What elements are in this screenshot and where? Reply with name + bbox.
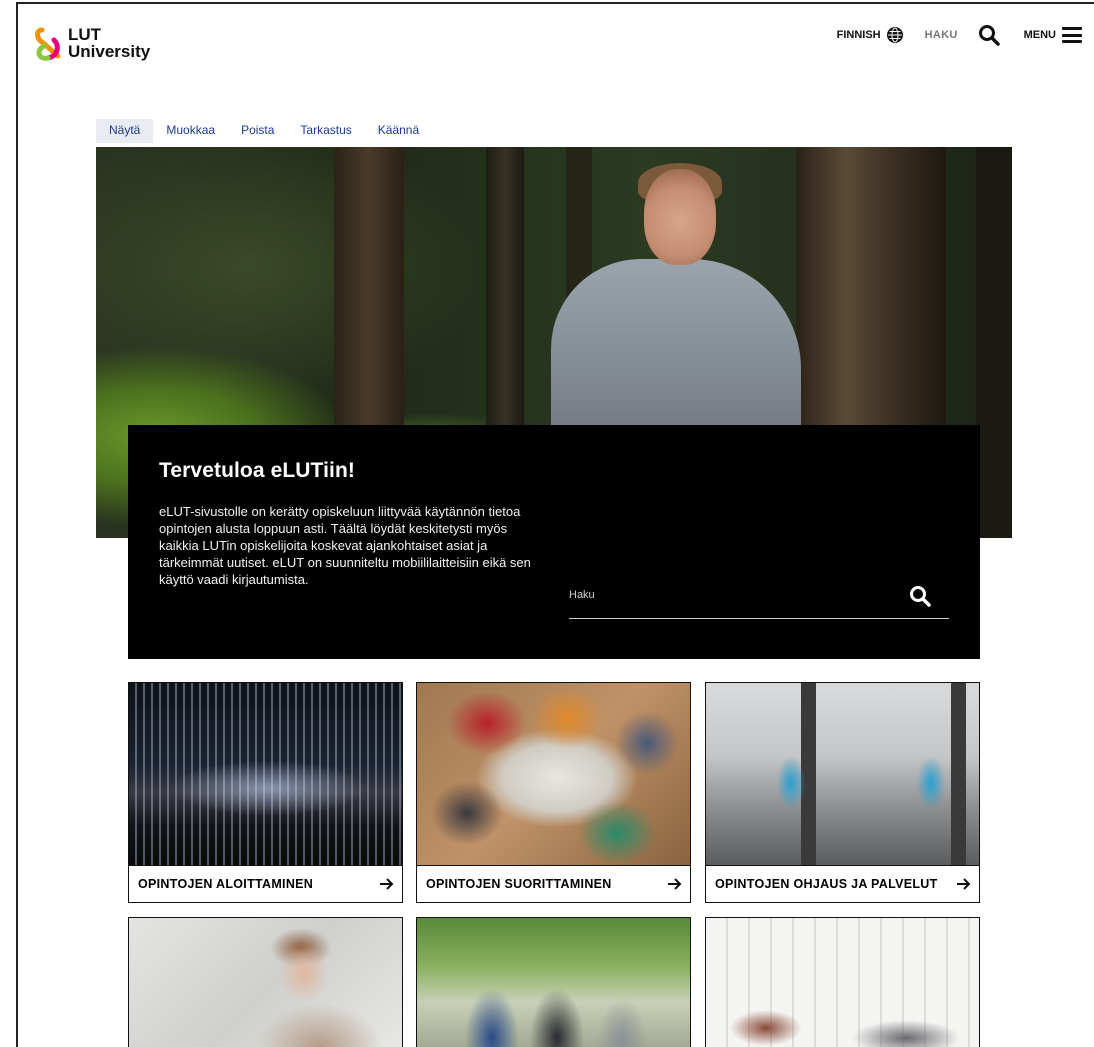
person-face [644,169,716,265]
search-link[interactable]: HAKU [925,29,958,41]
search-icon[interactable] [978,24,1000,46]
menu-button[interactable]: MENU [1024,27,1082,43]
students-walking-photo [417,918,690,1047]
search-field [569,577,949,619]
admin-tabs: Näytä Muokkaa Poista Tarkastus Käännä [96,119,432,143]
search-submit-icon[interactable] [909,585,931,607]
card-label: OPINTOJEN SUORITTAMINEN [426,877,612,891]
card-5[interactable] [416,917,691,1047]
language-switcher[interactable]: FINNISH [837,27,903,43]
search-input[interactable] [569,589,889,601]
student-with-laptop-photo [129,918,402,1047]
page-frame: LUT University FINNISH HAKU MENU Näytä M… [16,2,1094,1047]
top-navigation: FINNISH HAKU MENU [837,24,1082,46]
card-opintojen-suorittaminen[interactable]: OPINTOJEN SUORITTAMINEN [416,682,691,903]
tab-poista[interactable]: Poista [228,119,287,143]
card-label: OPINTOJEN ALOITTAMINEN [138,877,314,891]
person-sweater [551,259,801,429]
lut-logo-mark-icon [34,26,64,66]
tree-trunk [976,147,1012,538]
language-label: FINNISH [836,29,881,41]
study-lounge-photo [706,918,979,1047]
card-6[interactable] [705,917,980,1047]
welcome-title: Tervetuloa eLUTiin! [159,459,355,482]
card-opintojen-ohjaus-ja-palvelut[interactable]: OPINTOJEN OHJAUS JA PALVELUT [705,682,980,903]
tab-tarkastus[interactable]: Tarkastus [287,119,364,143]
welcome-panel: Tervetuloa eLUTiin! eLUT-sivustolle on k… [128,425,980,659]
gym-photo [706,683,979,865]
students-at-table-photo [417,683,690,865]
auditorium-photo [129,683,402,865]
arrow-right-icon [957,878,971,890]
card-4[interactable] [128,917,403,1047]
welcome-text: eLUT-sivustolle on kerätty opiskeluun li… [159,504,531,587]
tab-nayta[interactable]: Näytä [96,119,154,143]
tab-muokkaa[interactable]: Muokkaa [153,119,228,143]
logo-text-line1: LUT [68,25,102,44]
arrow-right-icon [380,878,394,890]
lut-logo[interactable]: LUT University [34,26,150,66]
globe-icon [886,27,903,43]
card-label: OPINTOJEN OHJAUS JA PALVELUT [715,877,938,891]
hamburger-icon [1062,27,1082,43]
logo-text-line2: University [68,42,151,61]
menu-label: MENU [1023,29,1056,41]
tab-kaanna[interactable]: Käännä [365,119,432,143]
arrow-right-icon [668,878,682,890]
card-opintojen-aloittaminen[interactable]: OPINTOJEN ALOITTAMINEN [128,682,403,903]
